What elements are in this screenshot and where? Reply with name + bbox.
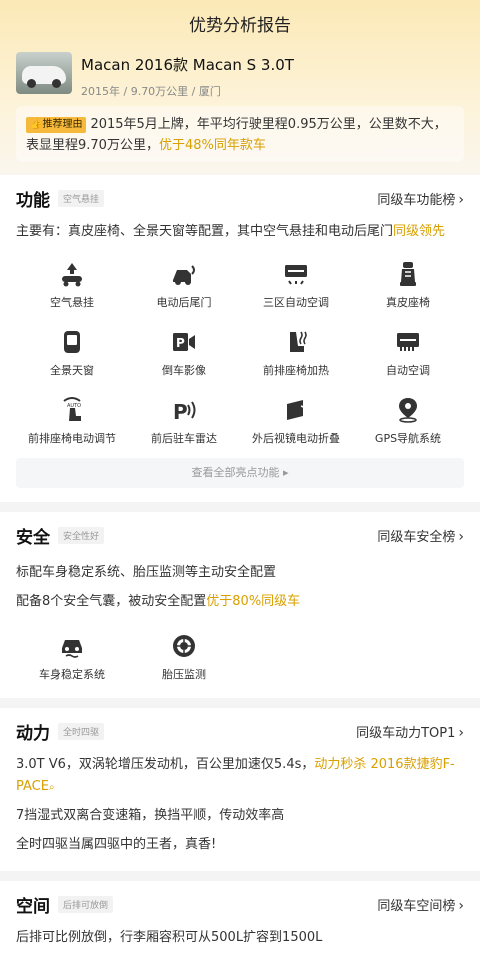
car-thumbnail [16,52,72,94]
safety-feature-grid: 车身稳定系统 胎压监测 [16,632,464,682]
reason-highlight: 优于48%同年款车 [158,138,266,153]
chevron-right-icon: › [458,724,464,741]
power-rank-link[interactable]: 同级车动力TOP1 › [356,722,464,741]
space-desc: 后排可比例放倒，行李厢容积可从500L扩容到1500L [16,930,323,945]
feature-item[interactable]: P 前后驻车雷达 [128,396,240,446]
power-card: 动力 全时四驱 同级车动力TOP1 › 3.0T V6，双涡轮增压发动机，百公里加… [0,708,480,871]
reverse-camera-icon: P [173,333,195,351]
feature-item[interactable]: 真皮座椅 [352,260,464,310]
safety-rank-link[interactable]: 同级车安全榜 › [377,526,464,545]
seat-heating-icon [290,331,307,352]
tri-zone-ac-icon [285,265,307,285]
safety-desc-2: 配备8个安全气囊，被动安全配置 [16,594,207,609]
feature-item[interactable]: P 倒车影像 [128,328,240,378]
feature-item[interactable]: 电动后尾门 [128,260,240,310]
section-title: 动力 [16,723,50,744]
chevron-right-icon: › [458,897,464,914]
function-rank-link[interactable]: 同级车功能榜 › [377,189,464,208]
safety-desc-1: 标配车身稳定系统、胎压监测等主动安全配置 [16,565,277,580]
power-desc-3: 全时四驱当属四驱中的王者，真香! [16,837,217,852]
tire-pressure-icon [173,635,195,657]
safety-highlight: 优于80%同级车 [206,594,301,609]
report-hero: 优势分析报告 Macan 2016款 Macan S 3.0T 2015年 / … [0,0,480,175]
section-divider [0,698,480,708]
section-tag: 空气悬挂 [58,189,105,207]
safety-card: 安全 安全性好 同级车安全榜 › 标配车身稳定系统、胎压监测等主动安全配置 配备8… [0,512,480,698]
section-tag: 后排可放倒 [58,895,114,913]
function-highlight: 同级领先 [393,224,446,239]
section-divider [0,871,480,881]
car-summary[interactable]: Macan 2016款 Macan S 3.0T 2015年 / 9.70万公里… [16,52,294,99]
feature-item[interactable]: AUTO 前排座椅电动调节 [16,396,128,446]
recommend-tag: 👍推荐理由 [26,117,87,133]
power-desc-1: 3.0T V6，双涡轮增压发动机，百公里加速仅5.4s， [16,757,315,772]
feature-item[interactable]: 全景天窗 [16,328,128,378]
mirror-fold-icon [287,400,306,420]
feature-item[interactable]: GPS导航系统 [352,396,464,446]
auto-ac-icon [397,333,419,351]
feature-item[interactable]: 自动空调 [352,328,464,378]
section-title: 空间 [16,896,50,917]
gps-icon [399,398,417,423]
feature-item[interactable]: 空气悬挂 [16,260,128,310]
feature-item[interactable]: 前排座椅加热 [240,328,352,378]
recommend-reason: 👍推荐理由 2015年5月上牌，年平均行驶里程0.95万公里，公里数不大，表显里程… [16,106,464,162]
power-desc-2: 7挡湿式双离合变速箱，换挡平顺，传动效率高 [16,808,285,823]
chevron-right-icon: › [458,528,464,545]
power-seat-icon: AUTO [63,397,81,421]
feature-grid: 空气悬挂 电动后尾门 三区自动空调 真皮座椅 全景天窗 P 倒车影像 前排座椅加… [16,260,464,446]
car-name: Macan 2016款 Macan S 3.0T [81,56,294,74]
leather-seat-icon [400,262,416,286]
car-meta: 2015年 / 9.70万公里 / 厦门 [81,85,221,98]
function-desc: 主要有：真皮座椅、全景天窗等配置，其中空气悬挂和电动后尾门 [16,224,394,239]
view-all-features-button[interactable]: 查看全部亮点功能 ▸ [16,458,464,488]
power-tailgate-icon [173,265,195,285]
space-card: 空间 后排可放倒 同级车空间榜 › 后排可比例放倒，行李厢容积可从500L扩容到1… [0,881,480,967]
feature-item[interactable]: 三区自动空调 [240,260,352,310]
section-title: 功能 [16,190,50,211]
space-rank-link[interactable]: 同级车空间榜 › [377,895,464,914]
section-divider [0,502,480,512]
section-tag: 安全性好 [58,526,105,544]
function-card: 功能 空气悬挂 同级车功能榜 › 主要有：真皮座椅、全景天窗等配置，其中空气悬挂和… [0,175,480,502]
section-tag: 全时四驱 [58,722,105,740]
air-suspension-icon [62,263,82,287]
svg-text:P: P [173,400,188,424]
page-title: 优势分析报告 [189,16,291,36]
feature-item[interactable]: 外后视镜电动折叠 [240,396,352,446]
panoramic-sunroof-icon [64,331,80,353]
feature-item[interactable]: 车身稳定系统 [16,632,128,682]
stability-control-icon [62,640,82,658]
feature-item[interactable]: 胎压监测 [128,632,240,682]
search-icon: ⌕ [48,782,55,793]
section-title: 安全 [16,527,50,548]
svg-text:P: P [176,336,185,350]
chevron-right-icon: › [458,191,464,208]
parking-radar-icon: P [173,400,196,424]
